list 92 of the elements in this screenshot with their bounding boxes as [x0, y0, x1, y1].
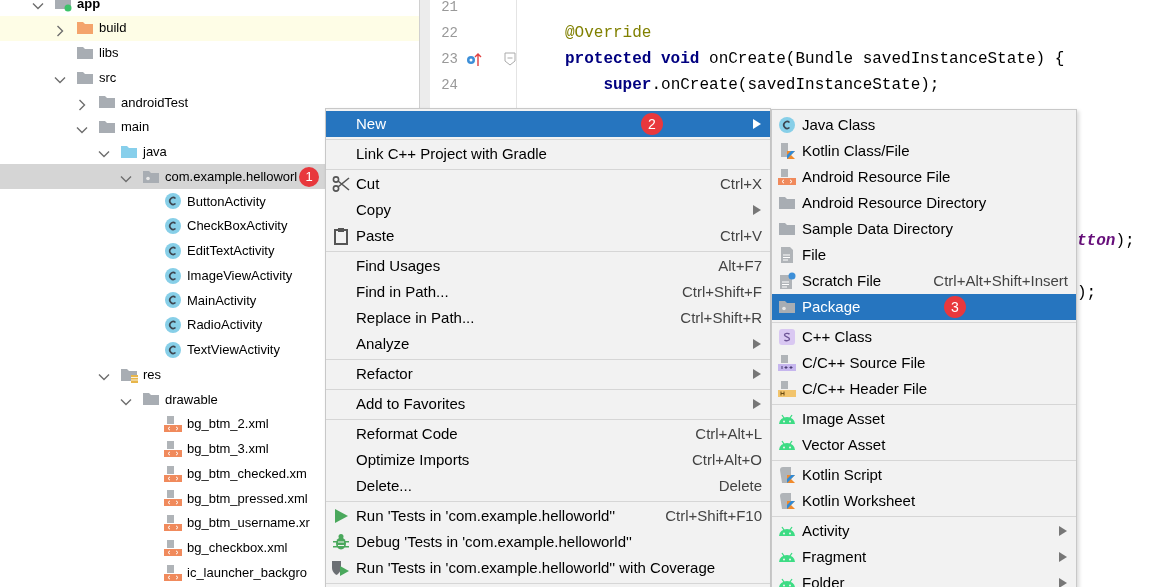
menu-item[interactable]: C/C++ Header File [772, 376, 1076, 402]
tree-item[interactable]: libs [0, 40, 419, 66]
xml-file-icon [164, 514, 182, 533]
line-number: 23 [440, 49, 458, 69]
code-line: super.onCreate(savedInstanceState); [602, 75, 940, 96]
fold-marker-icon [503, 52, 516, 66]
shield-play-icon [331, 559, 351, 577]
xml-file-icon [164, 439, 182, 458]
class-icon [164, 291, 182, 310]
kotlin-file-icon [778, 142, 796, 160]
folder-icon [778, 220, 796, 238]
line-number: 24 [440, 75, 458, 95]
file-icon [778, 246, 796, 264]
menu-item[interactable]: Kotlin Worksheet [772, 488, 1076, 514]
play-icon [332, 507, 350, 525]
menu-item[interactable]: Link C++ Project with Gradle [326, 141, 770, 167]
scratch-file-icon [778, 272, 796, 290]
code-line: @Override [565, 23, 652, 44]
menu-item[interactable]: Vector Asset [772, 432, 1076, 458]
step-badge: 1 [299, 166, 320, 187]
header-file-icon [778, 380, 796, 398]
menu-item[interactable]: Copy [326, 197, 770, 223]
menu-item[interactable]: Fragment [772, 544, 1076, 570]
menu-item[interactable]: Optimize Imports Ctrl+Alt+O [326, 447, 770, 473]
xml-file-icon [164, 464, 182, 483]
menu-item[interactable]: C++ Class [772, 324, 1076, 350]
class-icon [164, 316, 182, 335]
code-line: tton); [1077, 231, 1135, 252]
class-icon [164, 217, 182, 236]
package-folder-icon [778, 298, 796, 316]
menu-item[interactable]: Kotlin Class/File [772, 138, 1076, 164]
xml-file-icon [164, 415, 182, 434]
menu-item[interactable]: Kotlin Script [772, 462, 1076, 488]
menu-item[interactable]: Refactor [326, 361, 770, 387]
folder-icon [778, 194, 796, 212]
tree-item[interactable]: build [0, 15, 419, 41]
line-number: 21 [440, 0, 458, 17]
menu-item[interactable]: Run 'Tests in 'com.example.helloworld'' Ctrl+Shift+F10 [326, 503, 770, 529]
menu-item[interactable]: File [772, 242, 1076, 268]
menu-item[interactable]: Reformat Code Ctrl+Alt+L [326, 421, 770, 447]
submenu-arrow-icon [752, 118, 762, 130]
class-icon [164, 340, 182, 359]
submenu-arrow-icon [1058, 577, 1068, 587]
submenu-arrow-icon [752, 204, 762, 216]
override-marker-icon [465, 51, 482, 67]
module-folder-icon [54, 0, 72, 13]
menu-item[interactable]: Analyze [326, 331, 770, 357]
class-icon [164, 266, 182, 285]
class-icon [778, 116, 796, 134]
line-number: 22 [440, 23, 458, 43]
code-line: ); [1077, 283, 1097, 304]
cpp-source-icon [778, 354, 796, 372]
menu-item[interactable]: C/C++ Source File [772, 350, 1076, 376]
xml-file-icon [164, 563, 182, 582]
submenu-arrow-icon [752, 398, 762, 410]
menu-item[interactable]: Scratch File Ctrl+Alt+Shift+Insert [772, 268, 1076, 294]
menu-item[interactable]: Run 'Tests in 'com.example.helloworld'' with Coverage [326, 555, 770, 581]
menu-item[interactable]: Activity [772, 518, 1076, 544]
menu-item[interactable]: Android Resource File [772, 164, 1076, 190]
menu-item[interactable]: Package 3 [772, 294, 1076, 320]
xml-file-icon [164, 538, 182, 557]
submenu-arrow-icon [752, 338, 762, 350]
menu-item[interactable]: New 2 [326, 111, 770, 137]
class-icon [164, 241, 182, 260]
submenu-arrow-icon [752, 368, 762, 380]
submenu-arrow-icon [1058, 551, 1068, 563]
menu-item[interactable]: Delete... Delete [326, 473, 770, 499]
bug-icon [332, 533, 350, 551]
step-badge: 3 [944, 296, 966, 318]
menu-item[interactable]: Image Asset [772, 406, 1076, 432]
tree-item[interactable]: app [0, 0, 419, 16]
menu-item[interactable]: Java Class [772, 112, 1076, 138]
menu-item[interactable]: Android Resource Directory [772, 190, 1076, 216]
submenu-arrow-icon [1058, 525, 1068, 537]
menu-item[interactable]: Find in Path... Ctrl+Shift+F [326, 279, 770, 305]
step-badge: 2 [641, 113, 663, 135]
menu-item[interactable]: Add to Favorites [326, 391, 770, 417]
menu-item[interactable]: Paste Ctrl+V [326, 223, 770, 249]
menu-item[interactable]: Replace in Path... Ctrl+Shift+R [326, 305, 770, 331]
xml-file-icon [778, 168, 796, 186]
menu-item[interactable]: Sample Data Directory [772, 216, 1076, 242]
tree-item[interactable]: src [0, 65, 419, 90]
menu-item[interactable]: Debug 'Tests in 'com.example.helloworld'' [326, 529, 770, 555]
clipboard-icon [332, 227, 350, 245]
scissors-icon [332, 175, 350, 193]
xml-file-icon [164, 489, 182, 508]
kotlin-script-icon [778, 492, 796, 510]
kotlin-script-icon [778, 466, 796, 484]
code-line: protected void onCreate(Bundle savedInstanceState) { [565, 49, 1065, 70]
class-icon [164, 192, 182, 211]
cpp-class-icon [778, 328, 796, 346]
menu-item[interactable]: Find Usages Alt+F7 [326, 253, 770, 279]
